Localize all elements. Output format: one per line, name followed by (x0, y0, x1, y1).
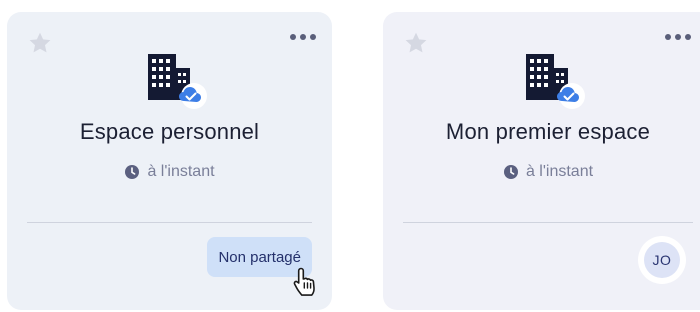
time-label: à l'instant (525, 163, 594, 180)
star-icon[interactable] (27, 30, 53, 56)
clock-icon (125, 165, 140, 179)
card-divider (403, 222, 693, 223)
time-label: à l'instant (147, 163, 215, 180)
member-avatar[interactable]: JO (638, 236, 686, 284)
space-card-personal[interactable]: Espace personnel à l'instant Non partagé (7, 12, 332, 310)
card-divider (27, 222, 312, 223)
avatar-initials: JO (644, 242, 680, 278)
more-options-icon[interactable] (290, 34, 316, 40)
hand-pointer-icon (293, 267, 315, 296)
building-cloud-icon (147, 54, 207, 109)
space-card-first[interactable]: Mon premier espace à l'instant JO (383, 12, 700, 310)
space-title: Mon premier espace (445, 119, 651, 144)
star-icon[interactable] (403, 30, 429, 56)
space-title: Espace personnel (79, 119, 260, 144)
last-updated: à l'instant (7, 163, 332, 181)
building-cloud-icon (526, 54, 585, 109)
clock-icon (503, 165, 518, 179)
more-options-icon[interactable] (665, 34, 691, 40)
last-updated: à l'instant (383, 163, 700, 181)
